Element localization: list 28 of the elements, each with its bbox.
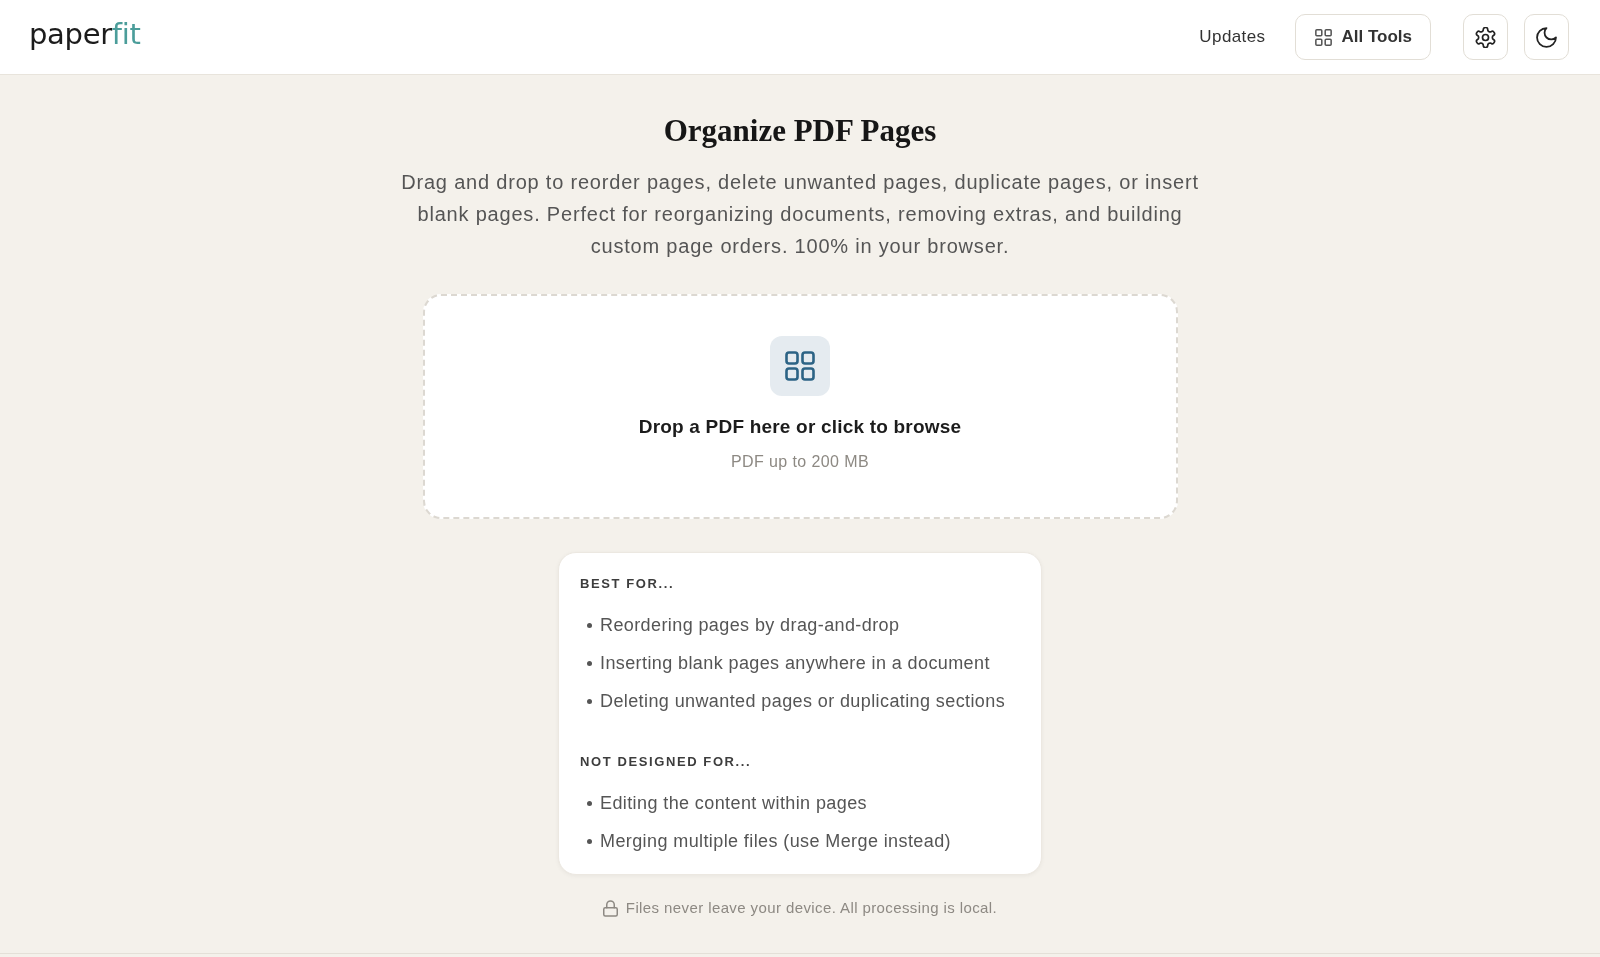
list-item-text: Inserting blank pages anywhere in a document: [600, 652, 990, 675]
list-item-text: Editing the content within pages: [600, 792, 867, 815]
page-description: Drag and drop to reorder pages, delete unwanted pages, duplicate pages, or insert blank pages. Perfect for reorganizing documents, removing extras, and building custom page orders. 100% in your browser.: [400, 170, 1200, 259]
logo[interactable]: paperfit: [29, 17, 141, 51]
theme-toggle-button[interactable]: [1524, 14, 1569, 60]
list-item-text: Reordering pages by drag-and-drop: [600, 614, 900, 637]
drop-zone-title: Drop a PDF here or click to browse: [638, 415, 962, 439]
bullet-icon: [587, 660, 592, 666]
bullet-icon: [587, 838, 592, 844]
grid-icon: [1315, 28, 1333, 46]
section-heading: NOT DESIGNED FOR...: [580, 753, 753, 771]
page-title: Organize PDF Pages: [663, 113, 937, 149]
list-item-text: Merging multiple files (use Merge instead): [600, 830, 951, 853]
bullet-icon: [587, 622, 592, 628]
section-heading: BEST FOR...: [580, 575, 676, 593]
list-item-text: Deleting unwanted pages or duplicating sections: [600, 690, 1006, 713]
updates-link[interactable]: Updates: [1199, 26, 1266, 48]
all-tools-button[interactable]: All Tools: [1295, 14, 1431, 60]
drop-zone[interactable]: Drop a PDF here or click to browse PDF up to 200 MB: [422, 294, 1178, 519]
grid-icon: [770, 336, 830, 396]
privacy-note: Files never leave your device. All processing is local.: [625, 899, 998, 917]
bullet-icon: [587, 698, 592, 704]
moon-icon: [1536, 26, 1557, 48]
settings-icon: [1475, 26, 1496, 48]
lock-icon: [602, 899, 618, 917]
settings-button[interactable]: [1463, 14, 1508, 60]
bullet-icon: [587, 800, 592, 806]
file-size-hint: PDF up to 200 MB: [731, 452, 869, 472]
